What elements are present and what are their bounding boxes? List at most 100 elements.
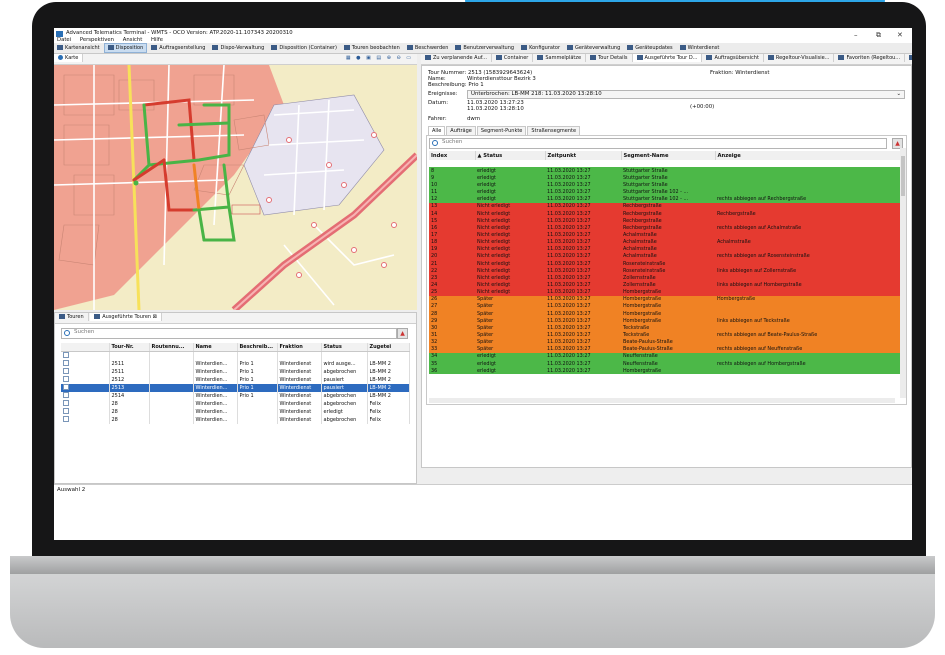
segment-row[interactable]: 26 Später 11.03.2020 13:27 Hombergstraße Hom… (429, 295, 901, 303)
segment-row[interactable]: 22 Nicht erledigt 11.03.2020 13:27 Rosenste… (429, 267, 901, 275)
table-row[interactable]: 2511 Winterdien... Prio 1 Winterdienst wird … (61, 360, 410, 368)
segment-row[interactable]: 14 Nicht erledigt 11.03.2020 13:27 Rechberg… (429, 209, 901, 218)
checkbox[interactable] (63, 368, 69, 374)
checkbox-cell[interactable] (61, 376, 110, 384)
checkbox-cell[interactable] (61, 384, 110, 392)
table-row[interactable]: 28 Winterdien... Winterdienst abgebrochen Fe… (61, 400, 410, 408)
right-tab-4[interactable]: Ausgeführte Tour D... (632, 54, 703, 62)
tours-column-header[interactable]: Beschreib... (237, 343, 278, 352)
segment-row[interactable]: 12 erledigt 11.03.2020 13:27 Stuttgarter St… (429, 195, 901, 203)
segment-row[interactable]: 29 Später 11.03.2020 13:27 Hombergstraße lin… (429, 317, 901, 325)
segment-row[interactable]: 17 Nicht erledigt 11.03.2020 13:27 Achalmst… (429, 231, 901, 239)
segment-row[interactable]: 34 erledigt 11.03.2020 13:27 Neuffenstraße (429, 352, 901, 360)
segment-row[interactable]: 27 Später 11.03.2020 13:27 Hombergstraße (429, 302, 901, 310)
map-view[interactable] (54, 65, 417, 310)
segments-column-header[interactable]: ▲ Status (475, 151, 546, 160)
checkbox[interactable] (63, 384, 69, 390)
map-toolbar-icons[interactable]: ▦ ● ▣ ▤ ⊕ ⊖ ▭ (346, 55, 413, 61)
right-tab-5[interactable]: Auftragsübersicht (702, 54, 764, 62)
table-row[interactable]: 28 Winterdien... Winterdienst abgebrochen Fe… (61, 416, 410, 424)
segment-row[interactable]: 33 Später 11.03.2020 13:27 Beate-Paulus-Str… (429, 345, 901, 353)
export-icon[interactable]: ▲ (397, 328, 408, 339)
segment-row[interactable]: 16 Nicht erledigt 11.03.2020 13:27 Rechberg… (429, 224, 901, 232)
perspective-10[interactable]: Geräteupdates (624, 44, 675, 52)
table-row[interactable]: 2511 Winterdien... Prio 1 Winterdienst abgeb… (61, 368, 410, 376)
minimize-icon[interactable]: – (854, 31, 858, 39)
right-tab-6[interactable]: Regeltour-Visualisie... (764, 54, 835, 62)
checkbox-cell[interactable] (61, 360, 110, 368)
checkbox[interactable] (63, 392, 69, 398)
checkbox[interactable] (63, 408, 69, 414)
perspective-2[interactable]: Auftragserstellung (148, 44, 208, 52)
right-tab-8[interactable]: Prozesse (905, 54, 912, 62)
perspective-0[interactable]: Kartenansicht (54, 44, 103, 52)
perspective-11[interactable]: Winterdienst (677, 44, 723, 52)
tab-ausgefuehrte-touren[interactable]: Ausgeführte Touren ⊠ (90, 313, 162, 321)
segment-row[interactable]: 13 Nicht erledigt 11.03.2020 13:27 Rechberg… (429, 202, 901, 210)
right-tab-3[interactable]: Tour Details (586, 54, 633, 62)
perspective-3[interactable]: Dispo-Verwaltung (209, 44, 267, 52)
table-row[interactable]: 2512 Winterdien... Prio 1 Winterdienst pausi… (61, 376, 410, 384)
perspective-9[interactable]: Geräteverwaltung (564, 44, 623, 52)
checkbox-cell[interactable] (61, 408, 110, 416)
checkbox[interactable] (63, 416, 69, 422)
checkbox[interactable] (63, 360, 69, 366)
segments-column-header[interactable]: Zeitpunkt (545, 151, 622, 160)
table-row[interactable]: 28 Winterdien... Winterdienst erledigt Felix (61, 408, 410, 416)
tours-column-header[interactable]: Fraktion (277, 343, 322, 352)
segment-search-input[interactable]: Suchen (429, 138, 887, 149)
perspective-1[interactable]: Disposition (103, 43, 148, 53)
checkbox-cell[interactable] (61, 400, 110, 408)
tours-column-header[interactable]: Zugetei (367, 343, 410, 352)
segment-row[interactable]: 23 Nicht erledigt 11.03.2020 13:27 Zollerns… (429, 274, 901, 282)
segment-row[interactable]: 28 Später 11.03.2020 13:27 Hombergstraße (429, 309, 901, 318)
checkbox-cell[interactable] (61, 416, 110, 424)
segment-row[interactable]: 15 Nicht erledigt 11.03.2020 13:27 Rechberg… (429, 217, 901, 225)
segment-row[interactable]: 9 erledigt 11.03.2020 13:27 Stuttgarter Str… (429, 174, 901, 182)
segment-row[interactable]: 18 Nicht erledigt 11.03.2020 13:27 Achalmst… (429, 238, 901, 246)
segments-column-header[interactable]: Anzeige (715, 151, 902, 160)
perspective-8[interactable]: Konfigurator (518, 44, 563, 52)
tours-column-header[interactable] (61, 343, 110, 352)
horizontal-scrollbar[interactable] (429, 398, 895, 403)
ereignis-dropdown[interactable]: Unterbrochen: LB-MM 218: 11.03.2020 13:2… (467, 90, 905, 99)
checkbox-cell[interactable] (61, 368, 110, 376)
segment-row[interactable]: 25 Nicht erledigt 11.03.2020 13:27 Hombergs… (429, 288, 901, 296)
right-tab-2[interactable]: Sammelplätze (533, 54, 587, 62)
perspective-5[interactable]: Touren beobachten (341, 44, 403, 52)
sub-tab-0[interactable]: Alle (428, 126, 446, 135)
segment-row[interactable]: 10 erledigt 11.03.2020 13:27 Stuttgarter St… (429, 181, 901, 189)
table-row[interactable] (61, 351, 410, 360)
segment-row[interactable]: 36 erledigt 11.03.2020 13:27 Hombergstraße (429, 367, 901, 375)
table-row[interactable]: 2513 Winterdien... Prio 1 Winterdienst pausi… (61, 384, 410, 392)
tours-column-header[interactable]: Status (321, 343, 368, 352)
tours-column-header[interactable]: Routennu... (149, 343, 194, 352)
perspective-4[interactable]: Disposition (Container) (268, 44, 340, 52)
segment-row[interactable]: 20 Nicht erledigt 11.03.2020 13:27 Achalmst… (429, 252, 901, 260)
close-icon[interactable]: ✕ (897, 31, 903, 39)
perspective-6[interactable]: Beschwerden (404, 44, 452, 52)
segment-row[interactable]: 11 erledigt 11.03.2020 13:27 Stuttgarter St… (429, 188, 901, 196)
segment-row[interactable]: 31 Später 11.03.2020 13:27 Teckstraße rechts… (429, 331, 901, 339)
segment-row[interactable]: 21 Nicht erledigt 11.03.2020 13:27 Rosenste… (429, 259, 901, 268)
tours-column-header[interactable]: Name (193, 343, 238, 352)
segment-row[interactable] (429, 160, 901, 168)
tab-karte[interactable]: Karte (54, 54, 84, 62)
maximize-icon[interactable]: ⧉ (876, 31, 881, 40)
segment-row[interactable]: 35 erledigt 11.03.2020 13:27 Neuffenstraße r… (429, 359, 901, 368)
right-tab-0[interactable]: Zu verplanende Auf... (421, 54, 492, 62)
segment-row[interactable]: 19 Nicht erledigt 11.03.2020 13:27 Achalmst… (429, 245, 901, 253)
checkbox[interactable] (63, 352, 69, 358)
street-map[interactable] (54, 65, 417, 310)
segments-column-header[interactable]: Index (429, 151, 476, 160)
checkbox[interactable] (63, 376, 69, 382)
checkbox-cell[interactable] (61, 392, 110, 400)
right-tab-7[interactable]: Favoriten (Regeltou... (834, 54, 906, 62)
segment-row[interactable]: 8 erledigt 11.03.2020 13:27 Stuttgarter Str… (429, 167, 901, 175)
segment-row[interactable]: 32 Später 11.03.2020 13:27 Beate-Paulus-Str… (429, 338, 901, 346)
segment-row[interactable]: 30 Später 11.03.2020 13:27 Teckstraße (429, 324, 901, 332)
sub-tab-2[interactable]: Segment-Punkte (476, 126, 527, 135)
right-tab-1[interactable]: Container (492, 54, 534, 62)
tours-search-input[interactable]: Suchen (61, 328, 397, 339)
checkbox[interactable] (63, 400, 69, 406)
